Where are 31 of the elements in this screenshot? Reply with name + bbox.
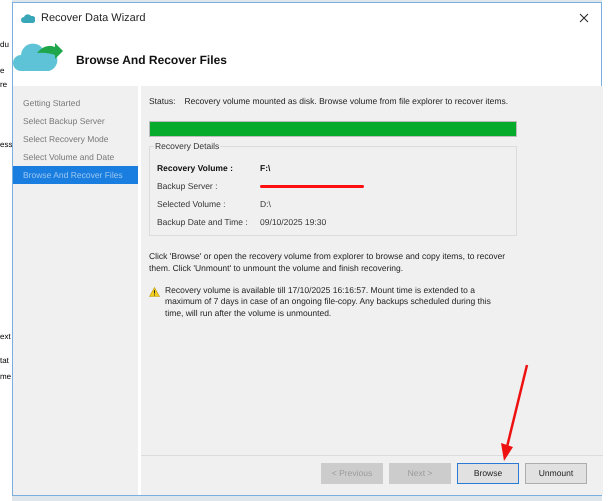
detail-label: Backup Date and Time : [157,216,249,230]
window-title: Recover Data Wizard [41,10,146,26]
background-text: ext [0,332,11,342]
detail-label: Recovery Volume : [157,162,234,176]
background-text: du [0,40,9,50]
instructions-text: Click 'Browse' or open the recovery volume from explorer to browse and copy items, to recover them. Click 'Unmount' to unmount the volume and finish recovering. [149,250,506,274]
detail-label: Selected Volume : [157,198,227,212]
background-text: ess [0,140,12,150]
step-item[interactable]: Select Volume and Date [13,148,138,166]
background-text: tat [0,356,9,366]
group-title: Recovery Details [154,140,220,151]
close-icon[interactable] [579,13,589,23]
status-text: Recovery volume mounted as disk. Browse volume from file explorer to recover items. [184,95,508,108]
detail-value: F:\ [260,162,270,176]
warning-text: Recovery volume is available till 17/10/2025 16:16:57. Mount time is extended to a maximum of 7 days in case of an ongoing file-copy. Any backups scheduled during this time, will run after the volume is unmounted. [165,284,492,320]
wizard-button[interactable]: Browse [457,463,519,484]
step-item[interactable]: Select Recovery Mode [13,130,138,148]
page-heading: Browse And Recover Files [76,52,227,68]
detail-value: D:\ [260,198,271,212]
detail-value: 09/10/2025 19:30 [260,216,326,230]
warning-icon [149,286,160,297]
background-text: re [0,80,8,90]
wizard-button[interactable]: Unmount [525,463,587,484]
status-label: Status: [149,95,176,108]
background-text: me [0,372,12,382]
step-item[interactable]: Browse And Recover Files [13,166,138,184]
background-text: e [0,66,4,76]
cloud-icon [21,14,35,22]
step-item[interactable]: Select Backup Server [13,112,138,130]
step-item[interactable]: Getting Started [13,94,138,112]
detail-label: Backup Server : [157,180,218,194]
